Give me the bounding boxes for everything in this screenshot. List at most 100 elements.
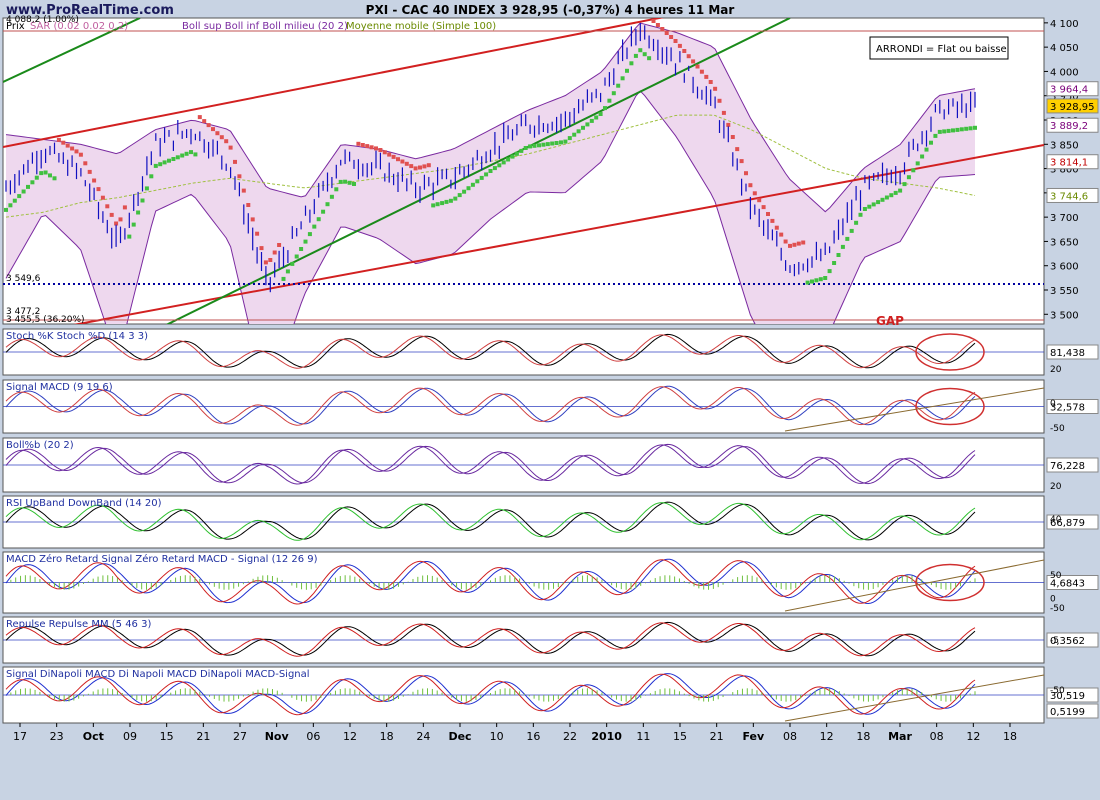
x-tick-label: 10 <box>490 730 504 743</box>
sar-dot <box>779 232 784 237</box>
sar-dot <box>581 125 585 130</box>
sar-dot <box>541 142 546 147</box>
sar-dot <box>409 164 414 169</box>
sar-dot <box>796 241 801 246</box>
x-tick-label: 12 <box>343 730 357 743</box>
sar-dot <box>440 201 445 206</box>
sar-dot <box>131 222 136 227</box>
sar-dot <box>329 194 334 199</box>
sar-dot <box>316 217 321 222</box>
sar-dot <box>448 198 453 203</box>
sar-dot <box>338 179 343 184</box>
sar-dot <box>356 141 361 146</box>
sar-dot <box>215 131 220 136</box>
sar-dot <box>56 137 61 142</box>
sar-dot <box>369 145 374 150</box>
sar-dot <box>343 179 348 184</box>
sar-dot <box>211 127 215 132</box>
sar-dot <box>572 132 577 137</box>
x-tick-label: 21 <box>710 730 724 743</box>
x-tick-label: 09 <box>123 730 137 743</box>
sar-dot <box>100 195 105 200</box>
sar-dot <box>109 212 114 217</box>
sar-dot <box>854 220 859 225</box>
sar-dot <box>30 180 35 185</box>
y-tick-label: 4 050 <box>1050 43 1079 54</box>
sar-dot <box>748 183 753 188</box>
sar-dot <box>655 23 660 27</box>
sar-dot <box>884 195 889 200</box>
sar-dot <box>783 239 788 244</box>
sar-dot <box>404 161 409 166</box>
y-tick-label: 3 600 <box>1050 262 1079 273</box>
sar-dot <box>26 184 30 189</box>
sar-dot <box>713 86 718 91</box>
sar-dot <box>149 174 154 179</box>
chart-canvas: Prix SAR (0.02 0.02 0.2) Boll sup Boll i… <box>2 3 1099 743</box>
sar-dot <box>70 146 75 151</box>
sar-dot <box>347 180 352 185</box>
sar-dot <box>387 152 392 157</box>
sar-dot <box>167 158 171 163</box>
x-tick-label: 24 <box>416 730 430 743</box>
sar-dot <box>629 61 634 66</box>
y-tick-label: 3 850 <box>1050 140 1079 151</box>
sar-dot <box>202 119 207 124</box>
price-tag-label: 3 744,6 <box>1050 191 1088 202</box>
sar-dot <box>545 142 550 147</box>
macdzr-tick: 0 <box>1050 595 1056 605</box>
sar-dot <box>34 175 39 180</box>
sar-dot <box>858 212 863 217</box>
sar-dot <box>955 127 960 132</box>
sar-dot <box>127 234 132 239</box>
sar-dot <box>651 19 656 23</box>
x-tick-label: Mar <box>888 730 912 743</box>
macd-label: Signal MACD (9 19 6) <box>6 382 113 393</box>
sar-dot <box>827 269 832 274</box>
sar-dot <box>39 171 44 176</box>
sar-dot <box>303 239 308 244</box>
sar-dot <box>334 187 339 192</box>
sar-dot <box>118 217 123 222</box>
price-y-axis: 4 1004 0504 0003 9503 9003 8503 8003 750… <box>1044 19 1079 321</box>
sar-dot <box>105 204 110 209</box>
sar-dot <box>893 190 898 195</box>
sar-dot <box>550 141 555 146</box>
sar-dot <box>497 163 502 168</box>
y-tick-label: 3 500 <box>1050 310 1079 321</box>
sar-dot <box>488 169 493 173</box>
sar-dot <box>730 135 735 139</box>
rsi-tick: 40 <box>1050 515 1062 525</box>
y-tick-label: 3 700 <box>1050 213 1079 224</box>
sar-dot <box>611 91 616 96</box>
sar-dot <box>589 118 594 123</box>
sar-dot <box>721 110 726 115</box>
sar-dot <box>942 129 947 134</box>
x-tick-label: 16 <box>526 730 540 743</box>
sar-dot <box>263 260 268 265</box>
sar-dot <box>396 157 400 162</box>
boll-label: Boll%b (20 2) <box>6 440 74 451</box>
sar-dot <box>501 160 506 165</box>
sar-dot <box>12 198 17 203</box>
sar-dot <box>52 176 57 181</box>
sar-dot <box>122 205 127 210</box>
x-tick-label: 12 <box>966 730 980 743</box>
gap-label: GAP <box>876 314 904 328</box>
sar-dot <box>162 160 167 165</box>
legend-mm: Moyenne mobile (Simple 100) <box>346 21 496 32</box>
sar-dot <box>312 224 317 229</box>
sar-dot <box>774 225 779 230</box>
sar-dot <box>374 146 378 151</box>
sar-dot <box>585 122 590 127</box>
sar-dot <box>92 178 97 183</box>
sar-dot <box>462 189 467 194</box>
x-tick-label: 08 <box>930 730 944 743</box>
macdzr-tick: -50 <box>1050 604 1065 614</box>
sar-dot <box>528 144 533 149</box>
sar-dot <box>946 128 951 133</box>
sar-dot <box>470 182 475 187</box>
sar-dot <box>752 191 757 196</box>
legend-boll: Boll sup Boll inf Boll milieu (20 2) <box>182 21 348 32</box>
sar-dot <box>153 163 158 168</box>
